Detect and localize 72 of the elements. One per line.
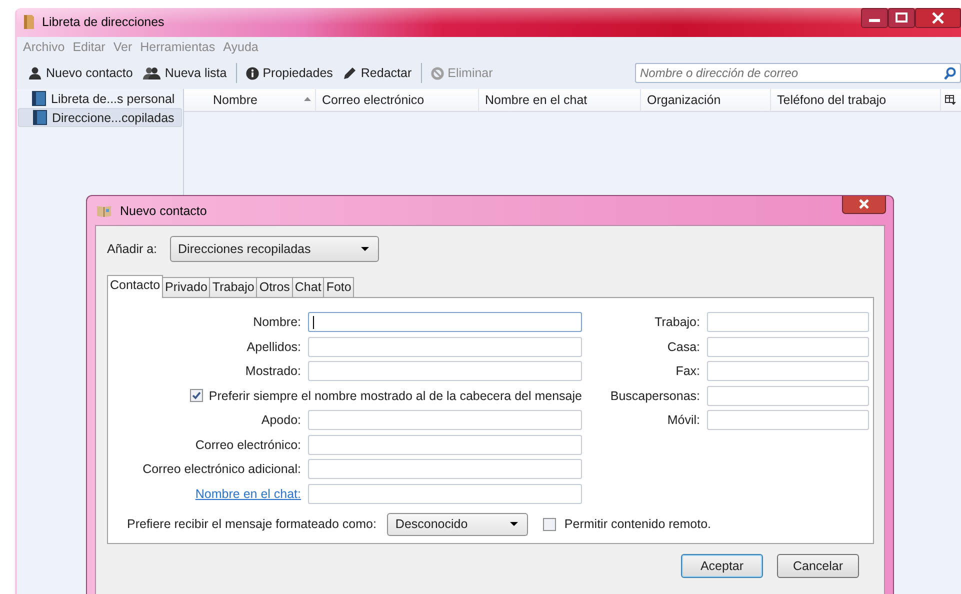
checkbox-label: Preferir siempre el nombre mostrado al de la cabecera del mensaje: [208, 388, 582, 402]
field-label: Trabajo:: [654, 315, 700, 329]
input-field[interactable]: [308, 484, 582, 504]
checkbox[interactable]: [543, 518, 556, 530]
field-label: Nombre:: [252, 315, 301, 329]
info-icon: [246, 66, 259, 80]
address-book-dropdown[interactable]: Direcciones recopiladas: [170, 236, 380, 262]
book-icon: [33, 110, 47, 125]
accept-button[interactable]: Aceptar: [681, 554, 763, 578]
toolbar-button[interactable]: Nueva lista: [140, 64, 234, 82]
caret-icon: [361, 247, 370, 251]
field-label: Casa:: [666, 340, 700, 354]
search-field[interactable]: Nombre o dirección de correo: [635, 63, 961, 83]
format-dropdown[interactable]: Desconocido: [387, 512, 528, 536]
input-field[interactable]: [707, 361, 869, 381]
address-book-icon: [22, 14, 36, 30]
column-header[interactable]: Organización: [641, 89, 771, 111]
checkbox-label: Permitir contenido remoto.: [564, 517, 712, 531]
field-label: Correo electrónico adicional:: [142, 462, 301, 476]
sidebar-item[interactable]: Direccione...copiladas: [18, 108, 182, 127]
input-field[interactable]: [308, 361, 582, 381]
input-field[interactable]: [707, 410, 869, 430]
search-icon: [944, 66, 956, 80]
caret-icon: [510, 522, 518, 526]
field-label: Buscapersonas:: [609, 388, 700, 402]
column-header[interactable]: Teléfono del trabajo: [771, 89, 941, 111]
toolbar-button[interactable]: Nuevo contacto: [25, 64, 140, 82]
field-label: Apellidos:: [246, 340, 301, 354]
tab[interactable]: Otros: [256, 277, 293, 297]
field-label: Apodo:: [260, 413, 301, 427]
people-icon: [142, 66, 161, 80]
close-button[interactable]: [842, 196, 886, 214]
chat-name-link[interactable]: Nombre en el chat:: [108, 486, 301, 500]
tab[interactable]: Trabajo: [209, 277, 258, 297]
tab[interactable]: Chat: [292, 277, 324, 297]
tab[interactable]: Foto: [323, 277, 354, 297]
field-label: Añadir a:: [107, 242, 158, 256]
input-field[interactable]: [308, 312, 582, 332]
cancel-button[interactable]: Cancelar: [777, 554, 859, 578]
toolbar-button[interactable]: Propiedades: [242, 64, 340, 82]
field-label: Prefiere recibir el mensaje formateado como:: [127, 517, 376, 531]
input-field[interactable]: [707, 386, 869, 406]
address-book-icon: [96, 204, 113, 217]
window-title: Libreta de direcciones: [42, 15, 164, 29]
column-header[interactable]: Nombre: [184, 89, 316, 111]
maximize-button[interactable]: [888, 8, 915, 28]
person-icon: [28, 66, 42, 80]
sort-arrow-icon: [304, 97, 311, 101]
input-field[interactable]: [308, 410, 582, 430]
minimize-button[interactable]: [861, 8, 888, 28]
toolbar-button[interactable]: Redactar: [340, 64, 419, 82]
input-field[interactable]: [308, 434, 582, 454]
field-label: Correo electrónico:: [194, 438, 301, 452]
column-picker-icon[interactable]: [945, 95, 956, 105]
input-field[interactable]: [707, 336, 869, 356]
field-label: Mostrado:: [244, 364, 301, 378]
tab[interactable]: Privado: [162, 277, 210, 297]
book-icon: [32, 91, 46, 106]
field-label: Móvil:: [666, 413, 700, 427]
tab[interactable]: Contacto: [107, 275, 164, 298]
close-button[interactable]: [915, 8, 961, 28]
column-header[interactable]: Nombre en el chat: [479, 89, 641, 111]
input-field[interactable]: [308, 336, 582, 356]
dialog-title: Nuevo contacto: [120, 204, 207, 218]
input-field[interactable]: [707, 312, 869, 332]
checkbox[interactable]: [190, 389, 203, 402]
input-field[interactable]: [308, 459, 582, 479]
sidebar-item[interactable]: Libreta de...s personal: [18, 89, 182, 108]
field-label: Fax:: [674, 364, 700, 378]
column-header[interactable]: Correo electrónico: [316, 89, 479, 111]
pencil-icon: [342, 66, 357, 80]
no-entry-icon: [430, 66, 444, 80]
